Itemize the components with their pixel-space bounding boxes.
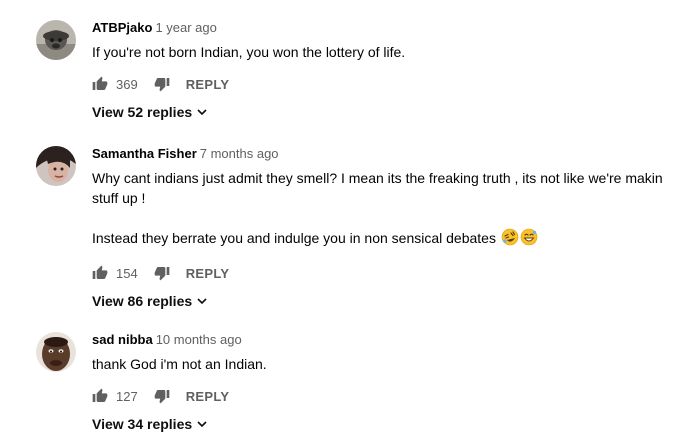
comment-header: Samantha Fisher 7 months ago	[92, 146, 664, 162]
thumb-up-icon[interactable]	[92, 388, 108, 404]
comment-text: Why cant indians just admit they smell? …	[92, 168, 664, 251]
comment-actions: 369 REPLY	[92, 74, 664, 94]
comment-paragraph: Instead they berrate you and indulge you…	[92, 228, 664, 251]
comment-header: sad nibba 10 months ago	[92, 332, 664, 348]
avatar[interactable]	[36, 332, 76, 372]
view-replies-button[interactable]: View 52 replies	[92, 102, 664, 122]
comment-header: ATBPjako 1 year ago	[92, 20, 664, 36]
reply-button[interactable]: REPLY	[186, 389, 230, 404]
grinning-sweat-icon	[520, 228, 538, 251]
chevron-down-icon	[196, 295, 208, 307]
comment-time[interactable]: 10 months ago	[156, 332, 242, 347]
rolling-on-floor-laughing-icon	[501, 228, 519, 251]
view-replies-label: View 52 replies	[92, 104, 193, 120]
like-count: 127	[116, 388, 138, 404]
comment-paragraph: thank God i'm not an Indian.	[92, 356, 267, 372]
author-name[interactable]: Samantha Fisher	[92, 146, 197, 161]
comment-paragraph-text: Instead they berrate you and indulge you…	[92, 230, 496, 246]
avatar[interactable]	[36, 146, 76, 186]
reply-button[interactable]: REPLY	[186, 77, 230, 92]
like-count: 154	[116, 265, 138, 281]
comment-text: If you're not born Indian, you won the l…	[92, 42, 664, 62]
chevron-down-icon	[196, 106, 208, 118]
thumb-up-icon[interactable]	[92, 265, 108, 281]
author-name[interactable]: sad nibba	[92, 332, 153, 347]
avatar[interactable]	[36, 20, 76, 60]
thumb-up-icon[interactable]	[92, 76, 108, 92]
comment-time[interactable]: 7 months ago	[200, 146, 279, 161]
thumb-down-icon[interactable]	[154, 76, 170, 92]
comment-actions: 127 REPLY	[92, 386, 664, 406]
comment-paragraph: Why cant indians just admit they smell? …	[92, 170, 663, 206]
view-replies-label: View 34 replies	[92, 416, 193, 432]
thumb-down-icon[interactable]	[154, 265, 170, 281]
chevron-down-icon	[196, 418, 208, 430]
like-count: 369	[116, 76, 138, 92]
comment-time[interactable]: 1 year ago	[155, 20, 216, 35]
view-replies-label: View 86 replies	[92, 293, 193, 309]
view-replies-button[interactable]: View 86 replies	[92, 291, 664, 311]
comment-paragraph: If you're not born Indian, you won the l…	[92, 44, 406, 60]
author-name[interactable]: ATBPjako	[92, 20, 152, 35]
comment-text: thank God i'm not an Indian.	[92, 354, 664, 374]
thumb-down-icon[interactable]	[154, 388, 170, 404]
view-replies-button[interactable]: View 34 replies	[92, 414, 664, 434]
reply-button[interactable]: REPLY	[186, 266, 230, 281]
comment-actions: 154 REPLY	[92, 263, 664, 283]
